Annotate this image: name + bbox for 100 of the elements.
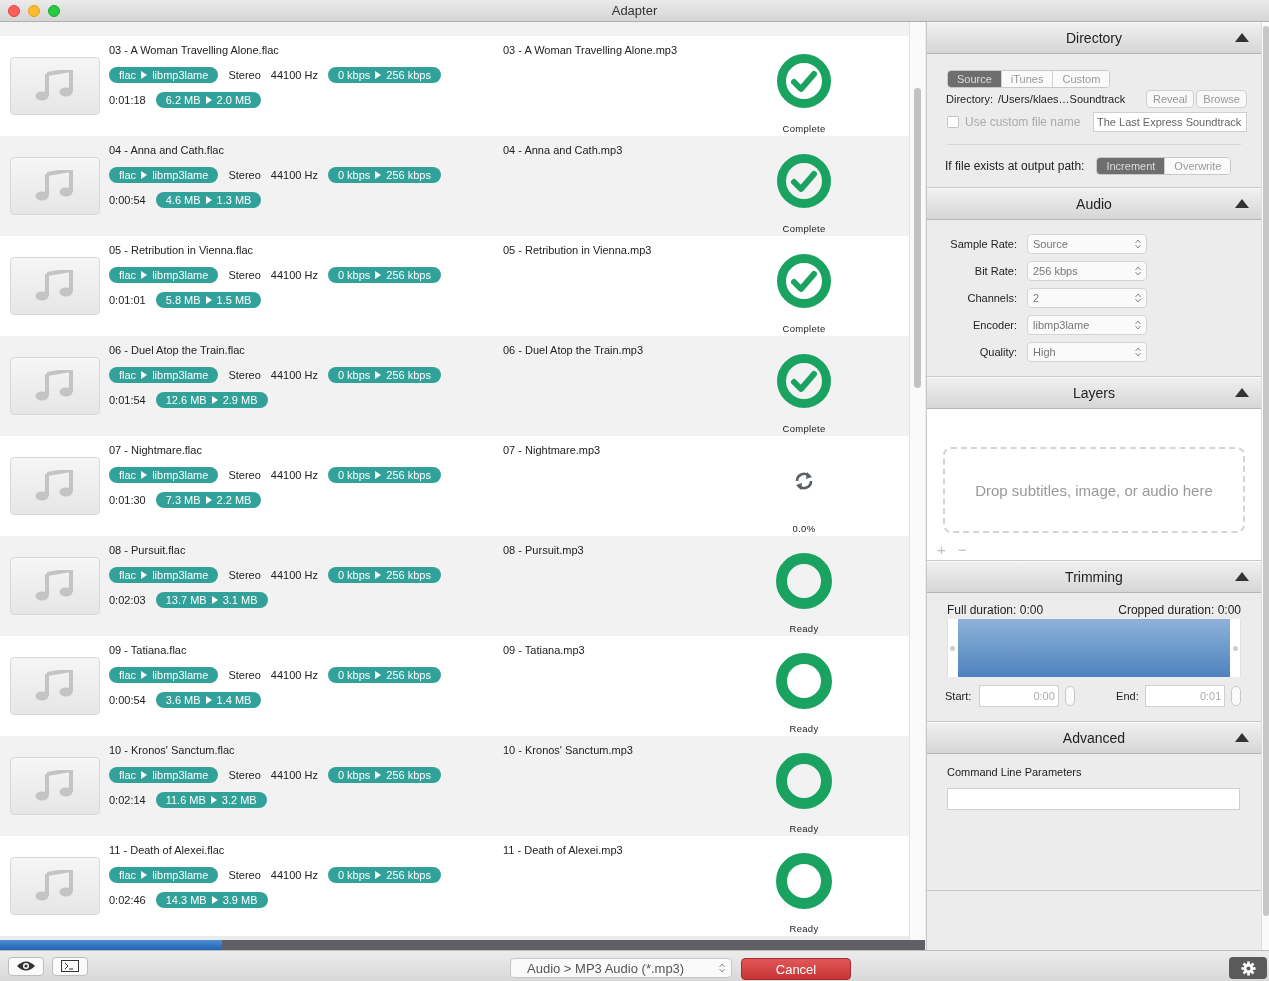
from-value: 0 kbps bbox=[337, 68, 371, 81]
popup-value: Source bbox=[1033, 238, 1068, 250]
arrow-icon bbox=[141, 370, 148, 379]
arrow-icon bbox=[141, 670, 148, 679]
duration-text: 0:01:54 bbox=[109, 393, 146, 406]
channels-text: Stereo bbox=[228, 668, 261, 681]
trim-handle[interactable] bbox=[950, 645, 955, 651]
from-value: flac bbox=[119, 468, 137, 481]
trim-handle[interactable] bbox=[1233, 645, 1238, 651]
from-value: 0 kbps bbox=[337, 368, 371, 381]
updown-icon bbox=[719, 963, 725, 973]
channels-text: Stereo bbox=[228, 768, 261, 781]
from-value: 7.3 MB bbox=[165, 493, 201, 506]
scrollbar-thumb[interactable] bbox=[1263, 26, 1269, 916]
arrow-icon bbox=[205, 295, 212, 304]
file-name-field[interactable]: The Last Express Soundtrack bbox=[1093, 112, 1247, 132]
music-note-icon bbox=[35, 70, 75, 102]
to-value: 256 kbps bbox=[386, 868, 431, 881]
arrow-icon bbox=[141, 870, 148, 879]
params-field[interactable] bbox=[947, 788, 1240, 810]
check-circle-icon bbox=[776, 53, 832, 109]
duration-text: 0:01:30 bbox=[109, 493, 146, 506]
updown-icon bbox=[1135, 347, 1141, 357]
preview-button[interactable] bbox=[8, 956, 44, 976]
collapse-triangle-icon[interactable] bbox=[1235, 199, 1249, 208]
cancel-button[interactable]: Cancel bbox=[741, 958, 851, 980]
collapse-triangle-icon[interactable] bbox=[1235, 33, 1249, 42]
setting-label: Quality: bbox=[978, 346, 1017, 358]
checkbox[interactable] bbox=[947, 116, 959, 128]
arrow-icon bbox=[375, 470, 382, 479]
stepper[interactable] bbox=[1231, 686, 1241, 706]
music-note-icon bbox=[35, 470, 75, 502]
output-file-name: 11 - Death of Alexei.mp3 bbox=[503, 843, 624, 858]
to-value: libmp3lame bbox=[152, 168, 209, 181]
output-file-name: 03 - A Woman Travelling Alone.mp3 bbox=[503, 43, 679, 58]
to-value: 2.2 MB bbox=[216, 493, 252, 506]
setting-popup[interactable]: 256 kbps bbox=[1027, 261, 1147, 281]
drop-zone[interactable]: Drop subtitles, image, or audio here bbox=[943, 447, 1245, 533]
setting-popup[interactable]: 2 bbox=[1027, 288, 1147, 308]
from-value: 13.7 MB bbox=[165, 593, 207, 606]
location-tab[interactable]: Source bbox=[948, 71, 1001, 87]
from-value: flac bbox=[119, 768, 137, 781]
terminal-icon bbox=[61, 960, 79, 972]
preset-popup[interactable]: Audio > MP3 Audio (*.mp3) bbox=[510, 958, 732, 978]
end-field[interactable]: 0:01 bbox=[1145, 685, 1226, 707]
minimize-icon[interactable] bbox=[28, 5, 40, 17]
sample-rate-text: 44100 Hz bbox=[270, 68, 318, 81]
from-value: 0 kbps bbox=[337, 168, 371, 181]
setting-popup[interactable]: Source bbox=[1027, 234, 1147, 254]
updown-icon bbox=[1135, 320, 1141, 330]
settings-button[interactable] bbox=[1229, 957, 1267, 979]
ring-icon bbox=[776, 553, 832, 609]
updown-icon bbox=[1135, 239, 1141, 249]
collapse-triangle-icon[interactable] bbox=[1235, 572, 1249, 581]
to-value: 256 kbps bbox=[386, 168, 431, 181]
music-note-icon bbox=[35, 370, 75, 402]
exists-option[interactable]: Overwrite bbox=[1164, 158, 1231, 174]
output-file-name: 04 - Anna and Cath.mp3 bbox=[503, 143, 624, 158]
to-value: 3.2 MB bbox=[221, 793, 257, 806]
ring-icon bbox=[776, 653, 832, 709]
close-icon[interactable] bbox=[8, 5, 20, 17]
channels-text: Stereo bbox=[228, 268, 261, 281]
status-text: Ready bbox=[789, 923, 819, 934]
exists-option[interactable]: Increment bbox=[1097, 158, 1165, 174]
from-value: 0 kbps bbox=[337, 468, 371, 481]
sample-rate-text: 44100 Hz bbox=[270, 568, 318, 581]
from-value: flac bbox=[119, 568, 137, 581]
start-field[interactable]: 0:00 bbox=[978, 685, 1059, 707]
setting-label: Channels: bbox=[966, 292, 1017, 304]
from-value: 14.3 MB bbox=[165, 893, 207, 906]
collapse-triangle-icon[interactable] bbox=[1235, 733, 1249, 742]
arrow-icon bbox=[205, 495, 212, 504]
to-value: 256 kbps bbox=[386, 68, 431, 81]
popup-value: libmp3lame bbox=[1033, 319, 1090, 331]
reveal-button[interactable]: Reveal bbox=[1146, 90, 1195, 108]
popup-value: 256 kbps bbox=[1033, 265, 1078, 277]
remove-button[interactable]: − bbox=[957, 541, 967, 558]
stepper[interactable] bbox=[1064, 686, 1075, 706]
scrollbar-thumb[interactable] bbox=[914, 88, 921, 388]
sample-rate-text: 44100 Hz bbox=[270, 768, 318, 781]
collapse-triangle-icon[interactable] bbox=[1235, 388, 1249, 397]
setting-popup[interactable]: High bbox=[1027, 342, 1147, 362]
input-file-name: 10 - Kronos' Sanctum.flac bbox=[109, 743, 236, 758]
status-text: 0.0% bbox=[792, 523, 816, 534]
sample-rate-text: 44100 Hz bbox=[270, 368, 318, 381]
zoom-icon[interactable] bbox=[48, 5, 60, 17]
check-circle-icon bbox=[776, 153, 832, 209]
section-title: Layers bbox=[1073, 385, 1115, 401]
from-value: 5.8 MB bbox=[165, 293, 201, 306]
terminal-button[interactable] bbox=[52, 956, 88, 976]
arrow-icon bbox=[211, 595, 218, 604]
directory-label: Directory: bbox=[946, 93, 994, 105]
eye-icon bbox=[16, 960, 36, 972]
output-file-name: 07 - Nightmare.mp3 bbox=[503, 443, 602, 458]
setting-popup[interactable]: libmp3lame bbox=[1027, 315, 1147, 335]
from-value: 4.6 MB bbox=[165, 193, 201, 206]
input-file-name: 09 - Tatiana.flac bbox=[109, 643, 188, 658]
location-tab[interactable]: Custom bbox=[1052, 71, 1110, 87]
browse-button[interactable]: Browse bbox=[1196, 90, 1247, 108]
from-value: 11.6 MB bbox=[165, 793, 206, 806]
